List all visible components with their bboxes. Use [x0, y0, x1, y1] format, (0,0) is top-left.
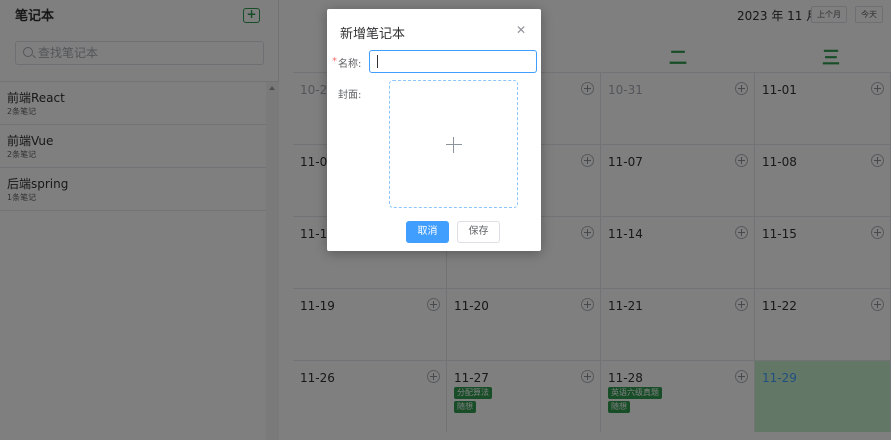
save-button[interactable]: 保存 — [457, 221, 500, 243]
notebook-name-input[interactable] — [369, 50, 537, 73]
close-icon[interactable]: ✕ — [516, 23, 526, 37]
cover-label: 封面: — [338, 90, 362, 101]
new-notebook-dialog: 新增笔记本 ✕ * 名称: 封面: 取消 保存 — [327, 9, 541, 251]
required-mark: * — [332, 56, 337, 67]
dialog-title: 新增笔记本 — [340, 27, 406, 42]
cancel-button[interactable]: 取消 — [406, 221, 449, 243]
text-caret — [377, 55, 378, 68]
cover-upload-area[interactable] — [389, 80, 518, 208]
name-label: 名称: — [338, 59, 362, 70]
